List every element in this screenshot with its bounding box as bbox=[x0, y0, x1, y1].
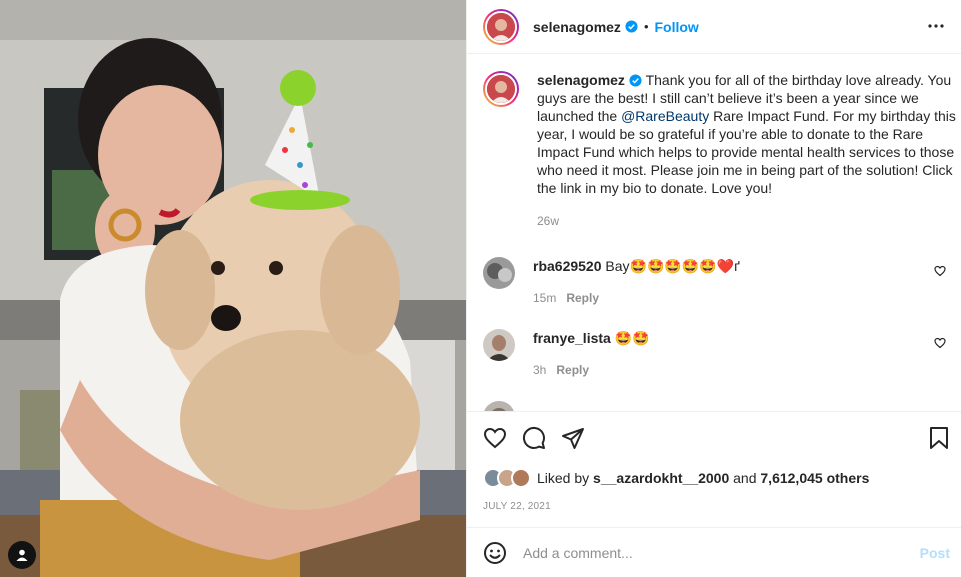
photo-illustration bbox=[0, 0, 466, 577]
caption-body: selenagomez Thank you for all of the bir… bbox=[537, 71, 957, 230]
comment-item-partial bbox=[483, 401, 946, 411]
likes-user-link[interactable]: s__azardokht__2000 bbox=[593, 470, 729, 486]
share-button[interactable] bbox=[561, 426, 585, 450]
post-caption: selenagomez Thank you for all of the bir… bbox=[483, 71, 957, 230]
commenter-avatar[interactable] bbox=[483, 329, 515, 361]
liker-avatar bbox=[511, 468, 531, 488]
comments-list[interactable]: selenagomez Thank you for all of the bir… bbox=[467, 55, 961, 411]
avatar-image bbox=[483, 329, 515, 361]
profile-avatar-ring[interactable] bbox=[483, 8, 519, 45]
comment-like-icon[interactable] bbox=[934, 265, 946, 277]
caption-avatar-ring[interactable] bbox=[483, 71, 519, 107]
reply-button[interactable]: Reply bbox=[566, 291, 599, 305]
like-button[interactable] bbox=[483, 426, 507, 450]
post-comment-button[interactable]: Post bbox=[920, 545, 950, 561]
share-icon bbox=[562, 428, 584, 449]
save-button[interactable] bbox=[927, 426, 951, 450]
avatar-image bbox=[487, 12, 515, 41]
commenter-avatar[interactable] bbox=[483, 401, 515, 411]
separator-dot: • bbox=[643, 19, 649, 34]
likes-text: Liked by s__azardokht__2000 and 7,612,04… bbox=[537, 470, 869, 486]
post-photo[interactable] bbox=[0, 0, 466, 577]
likes-summary: Liked by s__azardokht__2000 and 7,612,04… bbox=[483, 468, 869, 488]
reply-button[interactable]: Reply bbox=[556, 363, 589, 377]
comment-username[interactable]: rba629520 bbox=[533, 258, 602, 274]
likes-prefix: Liked by bbox=[537, 470, 594, 486]
verified-badge-icon bbox=[625, 20, 638, 33]
comment-age[interactable]: 3h bbox=[533, 363, 546, 377]
comment-text: Bay🤩🤩🤩🤩🤩❤️ґ bbox=[605, 258, 740, 274]
user-tag-icon bbox=[16, 549, 28, 561]
comment-input[interactable] bbox=[523, 544, 903, 561]
follow-button[interactable]: Follow bbox=[655, 19, 699, 35]
more-options-button[interactable] bbox=[924, 14, 948, 38]
comment-text: 🤩🤩 bbox=[614, 330, 650, 346]
comment-body: franye_lista 🤩🤩 3h Reply bbox=[533, 329, 650, 379]
comment-icon bbox=[522, 426, 545, 449]
heart-icon bbox=[483, 427, 507, 449]
comment-like-icon[interactable] bbox=[934, 337, 946, 349]
avatar-image bbox=[483, 257, 515, 289]
caption-mention-link[interactable]: @RareBeauty bbox=[621, 108, 709, 124]
comment-item: rba629520 Bay🤩🤩🤩🤩🤩❤️ґ 15m Reply bbox=[483, 257, 946, 307]
comment-body: rba629520 Bay🤩🤩🤩🤩🤩❤️ґ 15m Reply bbox=[533, 257, 740, 307]
more-options-icon bbox=[928, 24, 944, 28]
avatar-image bbox=[483, 401, 515, 411]
emoji-icon[interactable] bbox=[483, 541, 507, 565]
action-icons bbox=[483, 426, 585, 450]
post-actions: Liked by s__azardokht__2000 and 7,612,04… bbox=[467, 411, 961, 512]
post-date[interactable]: JULY 22, 2021 bbox=[483, 501, 551, 512]
comment-age[interactable]: 15m bbox=[533, 291, 556, 305]
liker-avatars[interactable] bbox=[483, 468, 531, 488]
likes-middle: and bbox=[729, 470, 761, 486]
post-details-panel: selenagomez • Follow selenagomez Thank y… bbox=[466, 0, 961, 577]
likes-count-link[interactable]: 7,612,045 others bbox=[760, 470, 869, 486]
caption-username[interactable]: selenagomez bbox=[537, 72, 625, 88]
add-comment-bar: Post bbox=[467, 527, 961, 577]
avatar bbox=[485, 10, 517, 43]
verified-badge-icon bbox=[629, 74, 642, 87]
comment-item: franye_lista 🤩🤩 3h Reply bbox=[483, 329, 946, 379]
commenter-avatar[interactable] bbox=[483, 257, 515, 289]
comment-button[interactable] bbox=[522, 426, 546, 450]
comment-username[interactable]: franye_lista bbox=[533, 330, 611, 346]
avatar-image bbox=[487, 75, 515, 103]
user-tag-button[interactable] bbox=[8, 541, 36, 569]
caption-age[interactable]: 26w bbox=[537, 212, 957, 230]
avatar bbox=[485, 73, 517, 105]
post-header: selenagomez • Follow bbox=[467, 0, 961, 54]
bookmark-icon bbox=[930, 427, 948, 449]
post-username[interactable]: selenagomez bbox=[533, 19, 621, 35]
